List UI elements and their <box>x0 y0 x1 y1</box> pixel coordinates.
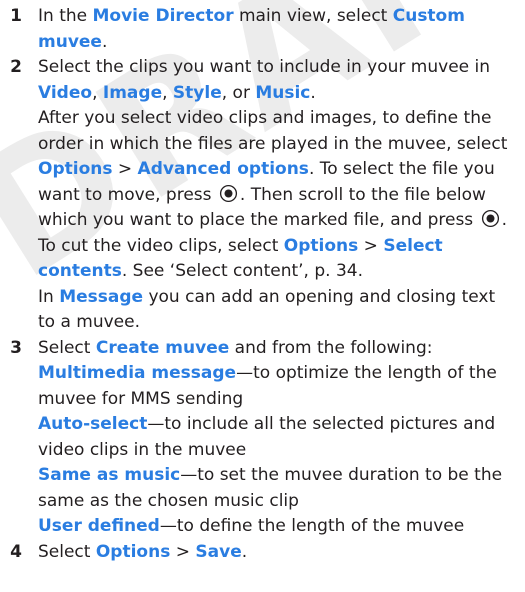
instruction-text: In <box>38 286 60 307</box>
instruction-text: > <box>170 541 196 562</box>
instruction-text: Select <box>38 541 96 562</box>
menu-option-keyword: Advanced options <box>137 159 309 179</box>
menu-option-keyword: User defined <box>38 516 160 536</box>
instruction-text: —to set the muvee duration to be the <box>180 465 503 485</box>
instruction-text: > <box>358 235 384 256</box>
step-number: 3 <box>10 337 22 358</box>
instruction-text: To cut the video clips, select <box>38 235 284 256</box>
step-text-line: In Message you can add an opening and cl… <box>38 285 517 311</box>
instruction-text: > <box>112 159 138 179</box>
menu-option-keyword: contents <box>38 261 122 281</box>
menu-option-keyword: Message <box>59 286 144 307</box>
instruction-text: , <box>162 82 173 103</box>
instruction-text: —to include all the selected pictures an… <box>147 414 496 434</box>
instruction-steps: 1 In the Movie Director main view, select… <box>0 0 525 565</box>
menu-option-keyword: Create muvee <box>95 337 230 358</box>
step-text-line: to a muvee. <box>38 310 517 336</box>
menu-option-keyword: Movie Director <box>92 6 234 26</box>
instruction-text: to a muvee. <box>38 312 141 332</box>
menu-option-keyword: Multimedia message <box>38 363 237 383</box>
step-text-line: order in which the files are played in t… <box>38 132 517 158</box>
menu-option-keyword: Video <box>38 82 93 103</box>
menu-option-keyword: Custom <box>392 6 465 26</box>
step-number: 2 <box>10 57 22 77</box>
step-text-line: muvee for MMS sending <box>38 387 517 413</box>
menu-option-keyword: Options <box>38 159 113 179</box>
step-text-line: After you select video clips and images,… <box>38 106 517 132</box>
instruction-text: muvee for MMS sending <box>38 388 244 409</box>
instruction-text: want to move, press <box>38 184 217 205</box>
menu-option-keyword: Style <box>172 82 222 103</box>
instruction-text: . See ‘Select content’, p. 34. <box>121 261 363 281</box>
step-text-line: contents. See ‘Select content’, p. 34. <box>38 259 517 285</box>
instruction-text: which you want to place the marked file,… <box>38 210 479 230</box>
menu-option-keyword: muvee <box>38 31 102 52</box>
step-text-line: Same as music—to set the muvee duration … <box>38 463 517 489</box>
instruction-text: , <box>92 82 103 103</box>
step-text-line: Multimedia message—to optimize the lengt… <box>38 361 517 387</box>
menu-option-keyword: Auto-select <box>38 414 148 434</box>
step-1: 1 In the Movie Director main view, select… <box>0 4 525 55</box>
step-text-line: Select the clips you want to include in … <box>38 55 517 81</box>
step-text-line: want to move, press . Then scroll to the… <box>38 183 517 209</box>
menu-option-keyword: Music <box>255 82 311 103</box>
instruction-text: . <box>310 82 316 103</box>
scroll-key-press-icon <box>481 209 499 228</box>
instruction-text: and from the following: <box>229 337 433 358</box>
step-text-line: In the Movie Director main view, select … <box>38 4 517 30</box>
menu-option-keyword: Image <box>102 82 163 103</box>
instruction-text: you can add an opening and closing text <box>143 286 496 307</box>
instruction-text: main view, select <box>233 6 393 26</box>
instruction-text: After you select video clips and images,… <box>38 108 492 128</box>
instruction-text: , or <box>221 82 256 103</box>
menu-option-keyword: Select <box>383 235 443 256</box>
instruction-text: —to define the length of the muvee <box>159 516 465 536</box>
menu-option-keyword: Same as music <box>38 465 181 485</box>
step-text-line: User defined—to define the length of the… <box>38 514 517 540</box>
instruction-text: . Then scroll to the file below <box>239 184 486 205</box>
instruction-text: Select <box>38 337 96 358</box>
step-text-line: Options > Advanced options. To select th… <box>38 157 517 183</box>
instruction-text: same as the chosen music clip <box>38 490 299 511</box>
step-text-line: Video, Image, Style, or Music. <box>38 81 517 107</box>
menu-option-keyword: Options <box>283 235 359 256</box>
scroll-key-press-icon <box>219 184 237 202</box>
step-text-line: muvee. <box>38 30 517 56</box>
step-text-line: video clips in the muvee <box>38 438 517 464</box>
instruction-text: Select the clips you want to include in … <box>38 57 491 77</box>
step-text-line: same as the chosen music clip <box>38 489 517 515</box>
instruction-text: . To select the file you <box>308 159 495 179</box>
instruction-text: In the <box>38 6 93 26</box>
step-text-line: Select Options > Save. <box>38 540 517 566</box>
menu-option-keyword: Save <box>195 541 242 562</box>
instruction-text: video clips in the muvee <box>38 439 247 460</box>
menu-option-keyword: Options <box>95 541 171 562</box>
step-2: 2 Select the clips you want to include in… <box>0 55 525 336</box>
step-number: 1 <box>10 6 22 26</box>
instruction-text: order in which the files are played in t… <box>38 133 508 154</box>
instruction-text: —to optimize the length of the <box>236 363 497 383</box>
step-text-line: which you want to place the marked file,… <box>38 208 517 234</box>
step-text-line: To cut the video clips, select Options >… <box>38 234 517 260</box>
step-3: 3 Select Create muvee and from the follow… <box>0 336 525 540</box>
instruction-text: . <box>101 31 108 52</box>
step-4: 4 Select Options > Save. <box>0 540 525 566</box>
step-number: 4 <box>10 541 22 562</box>
instruction-text: . <box>241 541 248 562</box>
step-text-line: Select Create muvee and from the followi… <box>38 336 517 362</box>
step-text-line: Auto-select—to include all the selected … <box>38 412 517 438</box>
instruction-text: . <box>501 210 507 230</box>
